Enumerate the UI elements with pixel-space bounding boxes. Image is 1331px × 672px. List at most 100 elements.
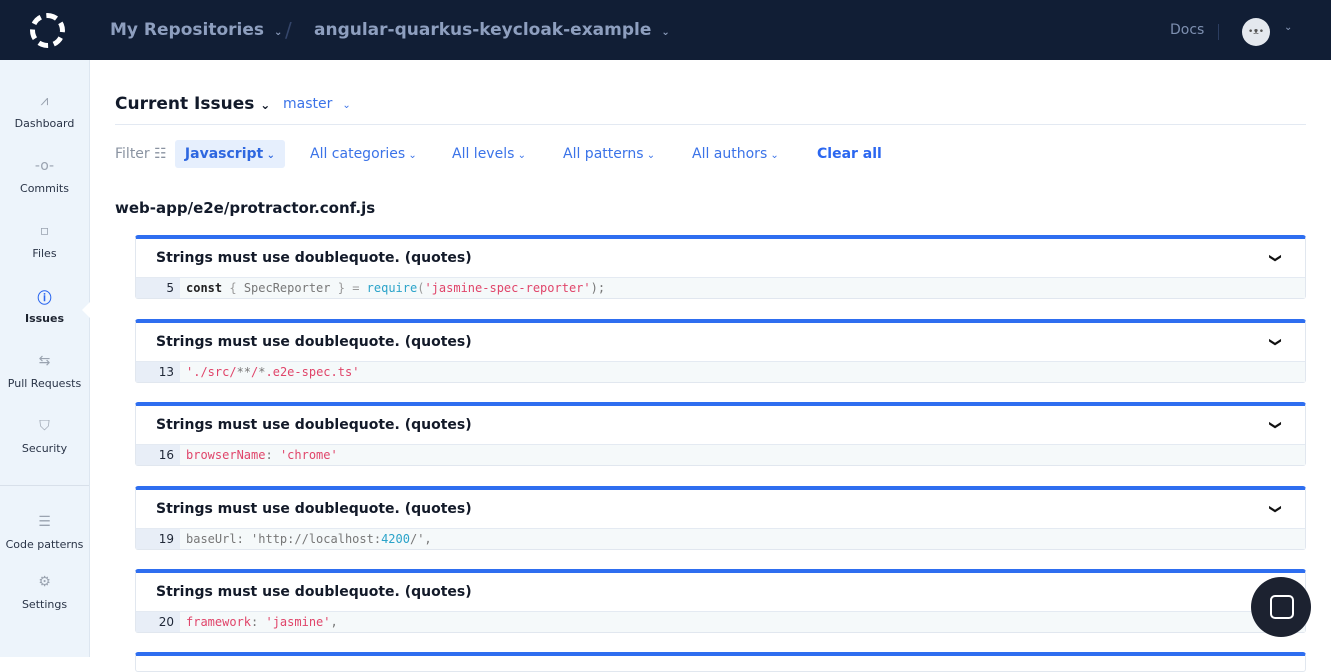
issue-card[interactable]: Strings must use doublequote. (quotes)❯ … (135, 569, 1306, 633)
sidebar-item-pull-requests[interactable]: ⇆ Pull Requests (0, 353, 89, 390)
code-line: 20 framework: 'jasmine', (136, 611, 1305, 632)
chevron-down-icon: ⌄ (514, 150, 526, 161)
code-token: require (366, 281, 418, 295)
issue-title: Strings must use doublequote. (quotes) (156, 250, 472, 266)
issue-title: Strings must use doublequote. (quotes) (156, 500, 472, 517)
sidebar-item-commits[interactable]: -o- Commits (0, 158, 89, 195)
code-line: 13 './src/**/*.e2e-spec.ts' (136, 360, 1305, 382)
sidebar-item-issues[interactable]: ⓘ Issues (0, 288, 89, 325)
dashboard-icon: ⩘ (40, 93, 49, 109)
line-number: 19 (136, 528, 180, 549)
categories-filter[interactable]: All categories ⌄ (310, 146, 417, 162)
chevron-down-icon: ⌄ (643, 150, 656, 161)
line-number: 13 (136, 361, 180, 382)
current-issues-dropdown[interactable]: Current Issues ⌄ (115, 94, 270, 114)
code-token: , (330, 615, 338, 629)
codacy-logo-icon[interactable] (30, 13, 65, 48)
active-indicator (82, 302, 90, 318)
chevron-down-icon[interactable]: ❯ (1257, 336, 1295, 346)
levels-filter[interactable]: All levels ⌄ (452, 146, 526, 162)
sidebar-item-label: Issues (24, 312, 65, 325)
language-filter[interactable]: Javascript ⌄ (175, 140, 285, 168)
code-token: './src/ (186, 364, 237, 379)
sidebar-item-label: Settings (21, 598, 68, 611)
code-token: 'jasmine-spec-reporter' (424, 281, 591, 295)
code-token: * (258, 364, 266, 379)
issue-card[interactable]: Strings must use doublequote. (quotes)❯ … (135, 235, 1306, 299)
issue-title: Strings must use doublequote. (quotes) (156, 333, 472, 350)
issue-card[interactable]: Strings must use doublequote. (quotes)❯ … (135, 318, 1306, 383)
sidebar-item-label: Pull Requests (7, 377, 82, 390)
code-token: 4200 (381, 531, 410, 546)
my-repositories-dropdown[interactable]: My Repositories ⌄ (110, 20, 282, 40)
code-token: 'jasmine' (265, 615, 331, 629)
line-number: 20 (136, 612, 180, 632)
code-token: SpecReporter (243, 281, 331, 295)
clear-all-button[interactable]: Clear all (817, 146, 882, 162)
code-token: ); (590, 281, 606, 295)
my-repositories-label: My Repositories (110, 20, 264, 40)
repository-dropdown[interactable]: angular-quarkus-keycloak-example ⌄ (314, 20, 670, 40)
sidebar-item-files[interactable]: ▫ Files (0, 223, 89, 260)
sidebar-item-security[interactable]: ⛉ Security (0, 418, 89, 455)
issue-header[interactable]: Strings must use doublequote. (quotes) ❯ (136, 323, 1305, 361)
chevron-down-icon: ⌄ (342, 100, 351, 111)
issue-header[interactable]: Strings must use doublequote. (quotes) ❯ (136, 490, 1305, 528)
code-token: 'chrome' (279, 448, 338, 462)
issue-header[interactable]: Strings must use doublequote. (quotes) ❯ (136, 239, 1305, 277)
code-line: 16 browserName: 'chrome' (136, 444, 1305, 465)
issue-card[interactable]: Strings must use doublequote. (quotes)❯ … (135, 402, 1306, 466)
chevron-down-icon: ⌄ (263, 150, 276, 161)
avatar[interactable]: •ᴥ• (1242, 18, 1270, 46)
branch-label: master (283, 96, 333, 112)
sidebar-item-settings[interactable]: ⚙ Settings (0, 574, 89, 611)
authors-filter[interactable]: All authors ⌄ (692, 146, 779, 162)
sidebar-divider (0, 485, 89, 486)
branch-dropdown[interactable]: master ⌄ (283, 96, 351, 112)
issue-card[interactable]: Strings must use doublequote. (quotes)❯ … (135, 485, 1306, 550)
line-number: 5 (136, 278, 180, 298)
code-source: baseUrl: 'http://localhost:4200/', (180, 529, 432, 549)
issue-header[interactable]: Strings must use doublequote. (quotes) ❯ (136, 406, 1305, 444)
code-token: { (222, 281, 244, 295)
sidebar-item-label: Code patterns (5, 538, 84, 551)
chevron-down-icon: ⌄ (274, 27, 283, 38)
issue-header[interactable]: Strings must use doublequote. (quotes)❯ (136, 573, 1305, 611)
code-source: framework: 'jasmine', (180, 612, 338, 632)
pull-request-icon: ⇆ (38, 353, 51, 369)
sidebar: ⩘ Dashboard -o- Commits ▫ Files ⓘ Issues ⇆ Pull R… (0, 60, 90, 657)
chat-widget-button[interactable] (1251, 577, 1311, 637)
issue-title: Strings must use doublequote. (quotes) (156, 584, 472, 600)
issue-title: Strings must use doublequote. (quotes) (156, 417, 472, 433)
code-line: 5 const { SpecReporter } = require('jasmi… (136, 277, 1305, 298)
code-source: './src/**/*.e2e-spec.ts' (180, 362, 359, 382)
divider (115, 124, 1306, 125)
sidebar-item-dashboard[interactable]: ⩘ Dashboard (0, 93, 89, 130)
chevron-down-icon: ⌄ (661, 27, 670, 38)
code-token: : (265, 448, 280, 462)
chevron-down-icon[interactable]: ❯ (1257, 503, 1295, 513)
file-icon: ▫ (39, 223, 50, 239)
chevron-down-icon: ⌄ (260, 98, 271, 112)
categories-label: All categories (310, 146, 406, 162)
code-token: const (186, 281, 223, 295)
top-bar: My Repositories ⌄ / angular-quarkus-keycl… (0, 0, 1331, 60)
levels-label: All levels (452, 146, 515, 162)
chevron-down-icon[interactable]: ❯ (1257, 420, 1295, 430)
patterns-filter[interactable]: All patterns ⌄ (563, 146, 655, 162)
chevron-down-icon: ⌄ (767, 150, 779, 161)
issues-icon: ⓘ (37, 291, 52, 307)
language-label: Javascript (184, 146, 264, 162)
code-token: /', (409, 531, 432, 546)
code-token: framework (186, 615, 252, 629)
code-line: 19 baseUrl: 'http://localhost:4200/', (136, 527, 1305, 549)
chevron-down-icon[interactable]: ❯ (1257, 253, 1295, 263)
sidebar-item-code-patterns[interactable]: ☰ Code patterns (0, 514, 89, 551)
file-path[interactable]: web-app/e2e/protractor.conf.js (115, 199, 375, 217)
code-token: baseUrl: 'http://localhost: (186, 531, 382, 546)
sidebar-item-label: Commits (20, 182, 69, 195)
docs-link[interactable]: Docs (1170, 22, 1204, 38)
sidebar-item-label: Security (21, 442, 68, 455)
code-token: ** (236, 364, 252, 379)
chevron-down-icon[interactable]: ⌄ (1284, 22, 1292, 33)
